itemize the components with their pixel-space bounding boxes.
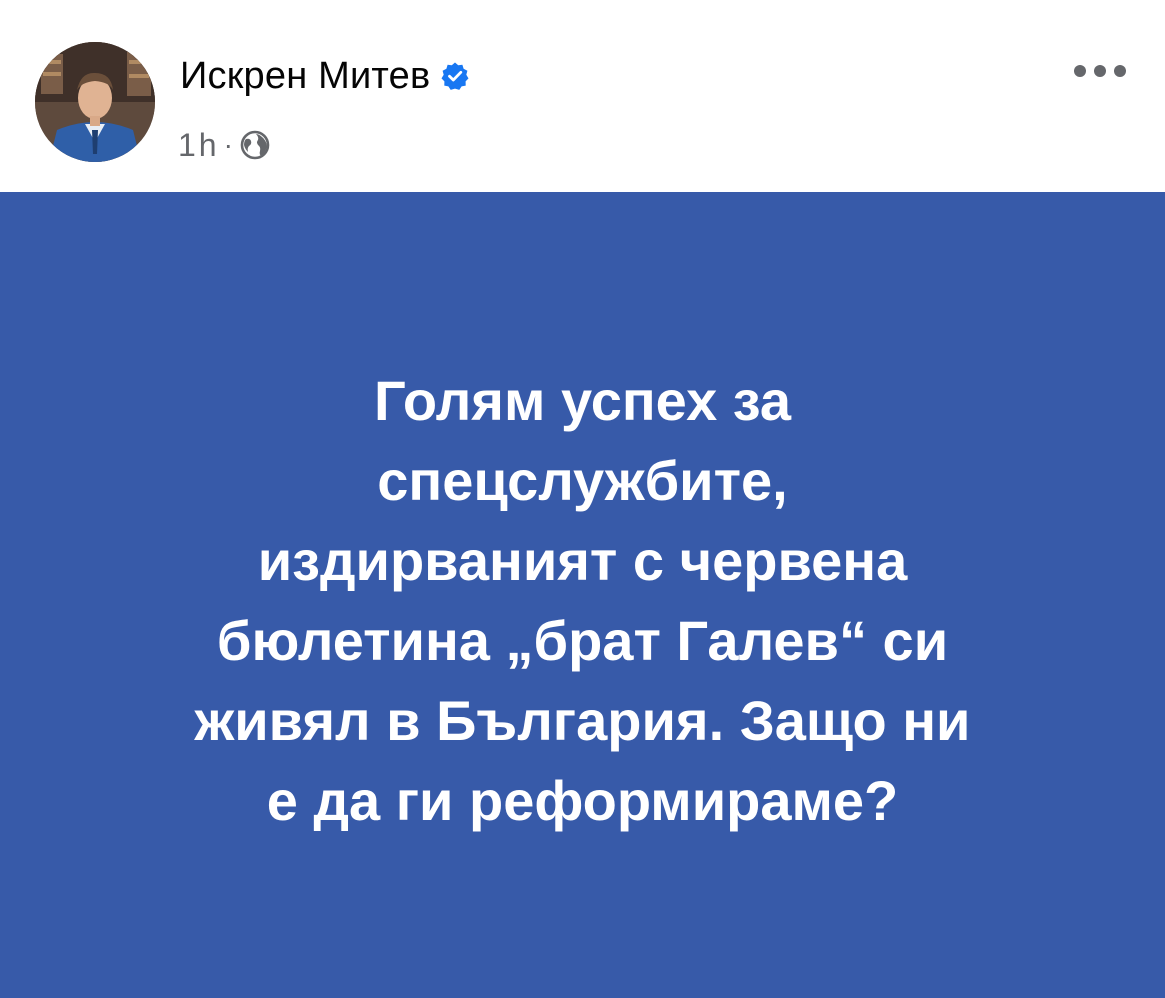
facebook-post: Искрен Митев 1h · Голям успех за спецслу…: [0, 0, 1165, 998]
avatar-photo: [35, 42, 155, 162]
author-avatar[interactable]: [35, 42, 155, 162]
post-text-background: Голям успех за спецслужбите, издирваният…: [0, 192, 1165, 998]
post-text: Голям успех за спецслужбите, издирваният…: [194, 369, 971, 832]
more-options-button[interactable]: [1065, 48, 1135, 94]
more-horizontal-icon: [1074, 65, 1126, 77]
verified-badge-icon: [440, 61, 470, 91]
meta-separator: ·: [223, 129, 233, 160]
globe-icon[interactable]: [239, 129, 271, 161]
author-name[interactable]: Искрен Митев: [180, 55, 430, 98]
post-meta: 1h ·: [178, 122, 271, 168]
post-timestamp[interactable]: 1h: [178, 127, 220, 164]
post-header: Искрен Митев 1h ·: [0, 0, 1165, 192]
author-row: Искрен Митев: [180, 50, 470, 102]
